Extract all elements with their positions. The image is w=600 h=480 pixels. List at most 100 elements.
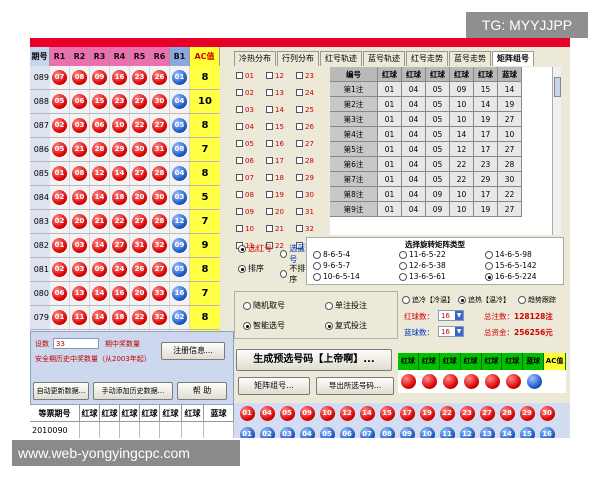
tab-row-col[interactable]: 行列分布 [277, 51, 319, 66]
matrix-type-option[interactable]: 8-6-5-4 [313, 250, 350, 259]
checkbox-box[interactable] [296, 225, 303, 232]
red-number-checkbox[interactable]: 29 [296, 169, 326, 186]
pool-red-ball[interactable]: 14 [359, 406, 375, 421]
red-number-checkbox[interactable]: 18 [266, 169, 296, 186]
checkbox-box[interactable] [236, 106, 243, 113]
radio-smart[interactable]: 智能选号 [243, 320, 285, 331]
pool-red-ball[interactable]: 27 [479, 406, 495, 421]
tab-blue-trend[interactable]: 蓝号走势 [449, 51, 491, 66]
checkbox-box[interactable] [236, 174, 243, 181]
pool-blue-ball[interactable]: 04 [299, 427, 315, 438]
pool-red-ball[interactable]: 04 [259, 406, 275, 421]
radio-single[interactable]: 单注投注 [325, 300, 367, 311]
red-number-checkbox[interactable]: 25 [296, 101, 326, 118]
matrix-type-option[interactable]: 16-6-5-224 [485, 272, 537, 281]
table-row[interactable]: 第7注 01 04 05 22 29 30 [330, 172, 552, 187]
checkbox-box[interactable] [266, 225, 273, 232]
radio-sort[interactable]: 排序 [238, 263, 264, 274]
table-row[interactable]: 第9注 01 04 09 10 19 27 [330, 202, 552, 217]
radio-chase-hot[interactable]: 追热【温冷】 [458, 295, 510, 305]
pool-blue-ball[interactable]: 01 [239, 427, 255, 438]
checkbox-box[interactable] [236, 72, 243, 79]
checkbox-box[interactable] [266, 106, 273, 113]
red-number-checkbox[interactable]: 20 [266, 203, 296, 220]
red-number-checkbox[interactable]: 02 [236, 84, 266, 101]
table-row[interactable]: 084 02 10 14 18 20 30 03 5 [30, 186, 220, 210]
red-number-checkbox[interactable]: 23 [296, 67, 326, 84]
checkbox-box[interactable] [266, 123, 273, 130]
red-number-checkbox[interactable]: 19 [266, 186, 296, 203]
table-row[interactable]: 第1注 01 04 05 09 15 14 [330, 82, 552, 97]
chevron-down-icon[interactable]: ▼ [455, 327, 463, 336]
checkbox-box[interactable] [296, 174, 303, 181]
pool-blue-ball[interactable]: 13 [479, 427, 495, 438]
matrix-type-option[interactable]: 12-6-5-38 [399, 261, 446, 270]
matrix-group-button[interactable]: 矩阵组号... [238, 377, 310, 395]
checkbox-box[interactable] [236, 89, 243, 96]
matrix-type-option[interactable]: 13-6-5-61 [399, 272, 446, 281]
table-row[interactable]: 第8注 01 04 09 10 17 22 [330, 187, 552, 202]
red-number-checkbox[interactable]: 24 [296, 84, 326, 101]
table-row[interactable]: 083 02 20 21 22 27 28 12 7 [30, 210, 220, 234]
tab-blue-track[interactable]: 蓝号轨迹 [363, 51, 405, 66]
red-number-checkbox[interactable]: 09 [236, 203, 266, 220]
checkbox-box[interactable] [236, 208, 243, 215]
checkbox-box[interactable] [266, 174, 273, 181]
checkbox-box[interactable] [266, 89, 273, 96]
pool-blue-ball[interactable]: 03 [279, 427, 295, 438]
checkbox-box[interactable] [236, 157, 243, 164]
radio-chase-cold[interactable]: 追冷【冷温】 [402, 295, 454, 305]
pool-red-ball[interactable]: 19 [419, 406, 435, 421]
red-number-checkbox[interactable]: 27 [296, 135, 326, 152]
red-number-checkbox[interactable]: 08 [236, 186, 266, 203]
red-number-checkbox[interactable]: 13 [266, 84, 296, 101]
red-count-select[interactable]: 16 ▼ [438, 310, 464, 321]
red-number-checkbox[interactable]: 31 [296, 203, 326, 220]
red-number-checkbox[interactable]: 12 [266, 67, 296, 84]
pool-red-ball[interactable]: 15 [379, 406, 395, 421]
table-row[interactable]: 088 05 06 15 23 27 30 04 10 [30, 90, 220, 114]
table-row[interactable]: 086 05 21 28 29 30 31 08 7 [30, 138, 220, 162]
pool-red-ball[interactable]: 28 [499, 406, 515, 421]
pool-blue-ball[interactable]: 02 [259, 427, 275, 438]
pool-red-ball[interactable]: 30 [539, 406, 555, 421]
checkbox-box[interactable] [266, 140, 273, 147]
pool-red-ball[interactable]: 05 [279, 406, 295, 421]
table-row[interactable]: 089 07 08 09 16 23 26 01 8 [30, 66, 220, 90]
checkbox-box[interactable] [296, 157, 303, 164]
checkbox-box[interactable] [296, 123, 303, 130]
red-number-checkbox[interactable]: 17 [266, 152, 296, 169]
scrollbar-thumb[interactable] [554, 77, 561, 97]
red-number-checkbox[interactable]: 14 [266, 101, 296, 118]
tab-red-track[interactable]: 红号轨迹 [320, 51, 362, 66]
checkbox-box[interactable] [296, 208, 303, 215]
register-button[interactable]: 注册信息... [161, 342, 225, 360]
period-spinner[interactable]: 33 [53, 338, 99, 349]
checkbox-box[interactable] [236, 123, 243, 130]
chevron-down-icon[interactable]: ▼ [455, 311, 463, 320]
table-row[interactable]: 第2注 01 04 05 10 14 19 [330, 97, 552, 112]
pool-red-ball[interactable]: 12 [339, 406, 355, 421]
checkbox-box[interactable] [296, 72, 303, 79]
pool-blue-ball[interactable]: 10 [419, 427, 435, 438]
checkbox-box[interactable] [266, 191, 273, 198]
red-number-checkbox[interactable]: 32 [296, 220, 326, 237]
pool-red-ball[interactable]: 23 [459, 406, 475, 421]
red-number-checkbox[interactable]: 30 [296, 186, 326, 203]
radio-trend[interactable]: 趋势跟踪 [518, 295, 556, 305]
red-number-checkbox[interactable]: 01 [236, 67, 266, 84]
export-button[interactable]: 导出所选号码... [316, 377, 394, 395]
checkbox-box[interactable] [266, 157, 273, 164]
grid-scrollbar[interactable] [552, 67, 561, 235]
tab-red-trend[interactable]: 红号走势 [406, 51, 448, 66]
table-row[interactable]: 085 01 08 12 14 27 28 04 8 [30, 162, 220, 186]
red-number-checkbox[interactable]: 06 [236, 152, 266, 169]
red-number-checkbox[interactable]: 21 [266, 220, 296, 237]
auto-update-button[interactable]: 自动更新数据... [33, 382, 89, 400]
pool-red-ball[interactable]: 01 [239, 406, 255, 421]
pool-blue-ball[interactable]: 07 [359, 427, 375, 438]
table-row[interactable]: 第4注 01 04 05 14 17 10 [330, 127, 552, 142]
blue-count-select[interactable]: 16 ▼ [438, 326, 464, 337]
table-row[interactable]: 082 01 03 14 27 31 32 09 9 [30, 234, 220, 258]
red-number-checkbox[interactable]: 26 [296, 118, 326, 135]
